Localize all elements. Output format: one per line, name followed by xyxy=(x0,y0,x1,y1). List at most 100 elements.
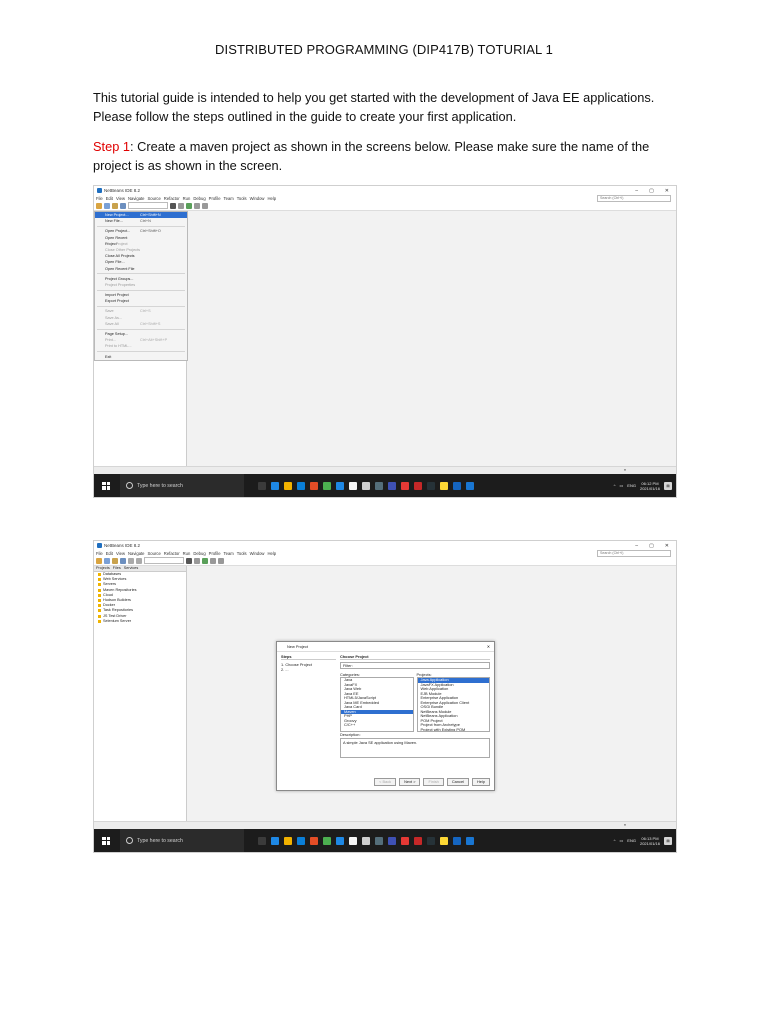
new-project-icon[interactable] xyxy=(96,202,102,209)
menu-help[interactable]: Help xyxy=(267,196,276,201)
save-icon[interactable] xyxy=(120,557,126,564)
language-indicator[interactable]: ENG xyxy=(627,838,636,843)
taskbar-app-icon[interactable] xyxy=(440,836,448,845)
language-indicator[interactable]: ENG xyxy=(627,483,636,488)
panel-tab[interactable]: Projects xyxy=(96,566,110,571)
taskbar-search[interactable]: Type here to search xyxy=(120,474,244,497)
taskbar-app-icon[interactable] xyxy=(258,481,266,490)
ide-search-input[interactable]: Search (Ctrl+I) xyxy=(597,549,671,557)
file-menu-item[interactable]: Exit xyxy=(95,354,187,360)
menu-profile[interactable]: Profile xyxy=(209,196,221,201)
menu-debug[interactable]: Debug xyxy=(193,196,205,201)
menu-navigate[interactable]: Navigate xyxy=(128,196,145,201)
panel-tab[interactable]: Files xyxy=(113,566,121,571)
debug-icon[interactable] xyxy=(210,557,216,564)
network-icon[interactable]: ▭ xyxy=(620,838,624,843)
open-project-icon[interactable] xyxy=(112,557,118,564)
close-icon[interactable]: ✕ xyxy=(665,543,669,549)
taskbar-app-icon[interactable] xyxy=(453,836,461,845)
taskbar-app-icon[interactable] xyxy=(336,836,344,845)
taskbar-app-icon[interactable] xyxy=(375,481,383,490)
run-icon[interactable] xyxy=(202,557,208,564)
run-icon[interactable] xyxy=(186,202,192,209)
clean-icon[interactable] xyxy=(194,557,200,564)
taskbar-app-icon[interactable] xyxy=(375,836,383,845)
taskbar-app-icon[interactable] xyxy=(453,481,461,490)
menu-window[interactable]: Window xyxy=(250,196,265,201)
clock[interactable]: 06:12 PM 2021/01/16 xyxy=(640,481,660,491)
build-icon[interactable] xyxy=(186,557,192,564)
taskbar-app-icon[interactable] xyxy=(414,481,422,490)
dialog-button[interactable]: Cancel xyxy=(446,778,469,786)
menu-refactor[interactable]: Refactor xyxy=(164,551,180,556)
profile-icon[interactable] xyxy=(202,202,208,209)
new-file-icon[interactable] xyxy=(104,557,110,564)
open-project-icon[interactable] xyxy=(112,202,118,209)
taskbar-app-icon[interactable] xyxy=(349,836,357,845)
menu-help[interactable]: Help xyxy=(267,551,276,556)
taskbar-app-icon[interactable] xyxy=(388,481,396,490)
config-select[interactable] xyxy=(144,557,184,564)
menu-file[interactable]: File xyxy=(96,196,103,201)
tray-chevron-icon[interactable]: ^ xyxy=(614,483,616,488)
build-icon[interactable] xyxy=(170,202,176,209)
close-icon[interactable]: ✕ xyxy=(665,188,669,194)
menu-run[interactable]: Run xyxy=(183,551,191,556)
tray-chevron-icon[interactable]: ^ xyxy=(614,838,616,843)
taskbar-app-icon[interactable] xyxy=(427,481,435,490)
menu-navigate[interactable]: Navigate xyxy=(128,551,145,556)
clock[interactable]: 06:13 PM 2021/01/16 xyxy=(640,836,660,846)
notification-icon[interactable]: ▤ xyxy=(664,836,672,845)
services-tree-item[interactable]: Selenium Server xyxy=(94,619,186,624)
project-item[interactable]: Project with Existing POM xyxy=(418,727,490,731)
menu-source[interactable]: Source xyxy=(148,196,161,201)
taskbar-app-icon[interactable] xyxy=(297,836,305,845)
menu-tools[interactable]: Tools xyxy=(237,551,247,556)
taskbar-app-icon[interactable] xyxy=(258,836,266,845)
taskbar-app-icon[interactable] xyxy=(466,836,474,845)
clean-icon[interactable] xyxy=(178,202,184,209)
taskbar-app-icon[interactable] xyxy=(284,836,292,845)
menu-refactor[interactable]: Refactor xyxy=(164,196,180,201)
taskbar-app-icon[interactable] xyxy=(297,481,305,490)
taskbar-app-icon[interactable] xyxy=(310,481,318,490)
minimize-icon[interactable]: – xyxy=(635,543,638,549)
taskbar-app-icon[interactable] xyxy=(310,836,318,845)
filter-input[interactable]: Filter: xyxy=(340,662,490,669)
undo-icon[interactable] xyxy=(128,557,134,564)
taskbar-app-icon[interactable] xyxy=(323,836,331,845)
panel-tab[interactable]: Services xyxy=(124,566,139,571)
menu-run[interactable]: Run xyxy=(183,196,191,201)
profile-icon[interactable] xyxy=(218,557,224,564)
menu-view[interactable]: View xyxy=(116,551,125,556)
maximize-icon[interactable]: ▢ xyxy=(649,543,654,549)
windows-start-icon[interactable] xyxy=(102,481,110,490)
network-icon[interactable]: ▭ xyxy=(620,483,624,488)
menu-view[interactable]: View xyxy=(116,196,125,201)
save-icon[interactable] xyxy=(120,202,126,209)
menu-tools[interactable]: Tools xyxy=(237,196,247,201)
redo-icon[interactable] xyxy=(136,557,142,564)
menu-profile[interactable]: Profile xyxy=(209,551,221,556)
config-select[interactable] xyxy=(128,202,168,209)
new-project-icon[interactable] xyxy=(96,557,102,564)
taskbar-app-icon[interactable] xyxy=(440,481,448,490)
ide-search-input[interactable]: Search (Ctrl+I) xyxy=(597,194,671,202)
menu-team[interactable]: Team xyxy=(224,551,234,556)
taskbar-app-icon[interactable] xyxy=(349,481,357,490)
menu-window[interactable]: Window xyxy=(250,551,265,556)
taskbar-app-icon[interactable] xyxy=(271,481,279,490)
taskbar-app-icon[interactable] xyxy=(401,481,409,490)
taskbar-app-icon[interactable] xyxy=(323,481,331,490)
menu-file[interactable]: File xyxy=(96,551,103,556)
file-menu-item[interactable]: Open Recent File xyxy=(95,266,187,272)
maximize-icon[interactable]: ▢ xyxy=(649,188,654,194)
file-menu-item[interactable]: New File... Ctrl+N xyxy=(95,218,187,224)
taskbar-app-icon[interactable] xyxy=(466,481,474,490)
notification-icon[interactable]: ▤ xyxy=(664,481,672,490)
menu-debug[interactable]: Debug xyxy=(193,551,205,556)
file-menu-item[interactable]: Export Project xyxy=(95,298,187,304)
taskbar-app-icon[interactable] xyxy=(388,836,396,845)
categories-list[interactable]: Java JavaFX Java Web Java EE HTML5/JavaScrip… xyxy=(340,677,414,732)
taskbar-app-icon[interactable] xyxy=(401,836,409,845)
